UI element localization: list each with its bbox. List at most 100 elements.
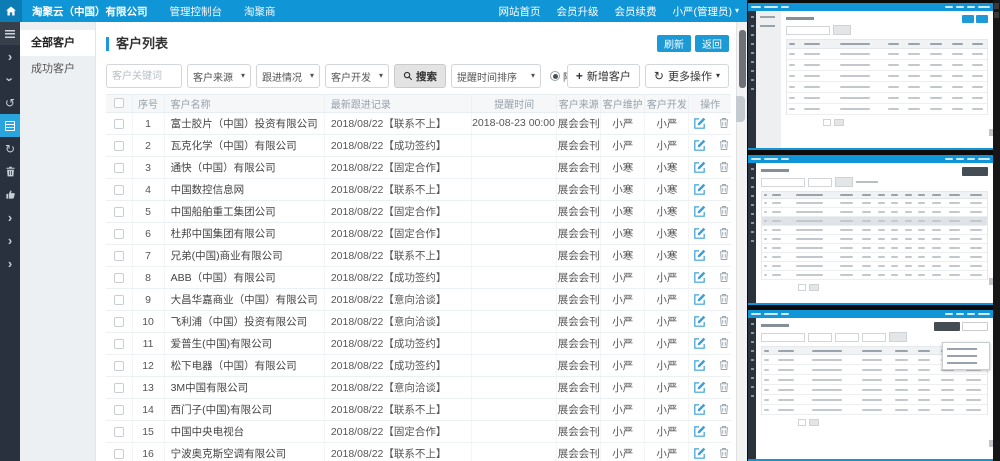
edit-button[interactable]: [693, 183, 706, 196]
topbar-link-website-home[interactable]: 网站首页: [498, 4, 540, 19]
row-checkbox[interactable]: [114, 185, 124, 195]
edit-button[interactable]: [693, 271, 706, 284]
edge-widget-icon[interactable]: [994, 12, 999, 18]
topbar-link-member-renew[interactable]: 会员续费: [614, 4, 656, 19]
table-row[interactable]: 1 富士胶片（中国）投资有限公司 2018/08/22【联系不上】 2018-0…: [106, 113, 731, 135]
rail-item-1[interactable]: ›: [0, 45, 20, 68]
rail-item-2[interactable]: ›: [0, 68, 20, 91]
edit-button[interactable]: [693, 359, 706, 372]
edit-button[interactable]: [693, 447, 706, 460]
delete-button[interactable]: [717, 381, 730, 394]
table-row[interactable]: 13 3M中国有限公司 2018/08/22【意向洽谈】 展会会刊 小严 小严: [106, 377, 731, 399]
edit-button[interactable]: [693, 403, 706, 416]
delete-button[interactable]: [717, 403, 730, 416]
delete-button[interactable]: [717, 227, 730, 240]
row-checkbox[interactable]: [114, 229, 124, 239]
table-row[interactable]: 5 中国船舶重工集团公司 2018/08/22【固定合作】 展会会刊 小寒 小寒: [106, 201, 731, 223]
table-row[interactable]: 10 飞利浦（中国）投资有限公司 2018/08/22【意向洽谈】 展会会刊 小…: [106, 311, 731, 333]
rail-item-10[interactable]: ›: [0, 252, 20, 275]
user-menu[interactable]: 小严(管理员) ▾: [672, 4, 739, 19]
scrollbar-thumb[interactable]: [739, 30, 746, 88]
table-row[interactable]: 11 爱普生(中国)有限公司 2018/08/22【成功签约】 展会会刊 小严 …: [106, 333, 731, 355]
edit-button[interactable]: [693, 205, 706, 218]
follow-status-select[interactable]: 跟进情况 ▾: [256, 64, 320, 88]
delete-button[interactable]: [717, 315, 730, 328]
table-row[interactable]: 9 大昌华嘉商业（中国）有限公司 2018/08/22【意向洽谈】 展会会刊 小…: [106, 289, 731, 311]
sort-select[interactable]: 提醒时间排序 ▾: [451, 64, 541, 88]
edge-widget-icon[interactable]: [994, 3, 999, 9]
edit-button[interactable]: [693, 161, 706, 174]
row-checkbox[interactable]: [114, 405, 124, 415]
menu-toggle-button[interactable]: [0, 22, 20, 45]
rail-item-5[interactable]: ↻: [0, 137, 20, 160]
sidebar-item-all-customers[interactable]: 全部客户: [20, 30, 95, 56]
table-row[interactable]: 4 中国数控信息网 2018/08/22【联系不上】 展会会刊 小寒 小寒: [106, 179, 731, 201]
edit-button[interactable]: [693, 227, 706, 240]
more-actions-button[interactable]: ↻ 更多操作 ▾: [645, 64, 729, 88]
table-row[interactable]: 8 ABB（中国）有限公司 2018/08/22【成功签约】 展会会刊 小严 小…: [106, 267, 731, 289]
row-checkbox[interactable]: [114, 361, 124, 371]
page-preview-thumbnail-3[interactable]: [748, 310, 993, 461]
select-all-checkbox[interactable]: [114, 98, 124, 108]
edit-button[interactable]: [693, 337, 706, 350]
topbar-link-member-upgrade[interactable]: 会员升级: [556, 4, 598, 19]
delete-button[interactable]: [717, 139, 730, 152]
delete-button[interactable]: [717, 425, 730, 438]
delete-button[interactable]: [717, 337, 730, 350]
back-button[interactable]: 返回: [695, 35, 729, 52]
page-preview-thumbnail-1[interactable]: [748, 3, 993, 150]
table-row[interactable]: 2 瓦克化学（中国）有限公司 2018/08/22【成功签约】 展会会刊 小严 …: [106, 135, 731, 157]
rail-item-3[interactable]: ↺: [0, 91, 20, 114]
edit-button[interactable]: [693, 293, 706, 306]
row-checkbox[interactable]: [114, 273, 124, 283]
edit-button[interactable]: [693, 425, 706, 438]
delete-button[interactable]: [717, 205, 730, 218]
row-checkbox[interactable]: [114, 141, 124, 151]
rail-item-8[interactable]: ›: [0, 206, 20, 229]
row-checkbox[interactable]: [114, 251, 124, 261]
delete-button[interactable]: [717, 293, 730, 306]
refresh-button[interactable]: 刷新: [657, 35, 691, 52]
delete-button[interactable]: [717, 447, 730, 460]
table-row[interactable]: 3 通快（中国）有限公司 2018/08/22【固定合作】 展会会刊 小寒 小寒: [106, 157, 731, 179]
home-button[interactable]: [0, 0, 22, 22]
delete-button[interactable]: [717, 161, 730, 174]
row-checkbox[interactable]: [114, 119, 124, 129]
rail-item-9[interactable]: ›: [0, 229, 20, 252]
topbar-menu-shop[interactable]: 淘聚商: [244, 4, 276, 19]
edit-button[interactable]: [693, 381, 706, 394]
sidebar-item-success-customers[interactable]: 成功客户: [20, 56, 95, 82]
table-row[interactable]: 14 西门子(中国)有限公司 2018/08/22【联系不上】 展会会刊 小严 …: [106, 399, 731, 421]
delete-button[interactable]: [717, 249, 730, 262]
table-row[interactable]: 12 松下电器（中国）有限公司 2018/08/22【成功签约】 展会会刊 小严…: [106, 355, 731, 377]
add-customer-button[interactable]: + 新增客户: [567, 64, 640, 88]
row-checkbox[interactable]: [114, 339, 124, 349]
delete-button[interactable]: [717, 359, 730, 372]
table-row[interactable]: 6 杜邦中国集团有限公司 2018/08/22【固定合作】 展会会刊 小寒 小寒: [106, 223, 731, 245]
rail-item-6[interactable]: [0, 160, 20, 183]
table-row[interactable]: 7 兄弟(中国)商业有限公司 2018/08/22【联系不上】 展会会刊 小寒 …: [106, 245, 731, 267]
delete-button[interactable]: [717, 183, 730, 196]
table-row[interactable]: 15 中国中央电视台 2018/08/22【固定合作】 展会会刊 小严 小严: [106, 421, 731, 443]
source-select[interactable]: 客户来源 ▾: [187, 64, 251, 88]
edit-button[interactable]: [693, 249, 706, 262]
table-row[interactable]: 16 宁波奥克斯空调有限公司 2018/08/22【联系不上】 展会会刊 小严 …: [106, 443, 731, 461]
row-checkbox[interactable]: [114, 383, 124, 393]
delete-button[interactable]: [717, 271, 730, 284]
page-preview-thumbnail-2[interactable]: [748, 155, 993, 305]
search-button[interactable]: 搜索: [394, 64, 446, 88]
rail-item-customers-active[interactable]: [0, 114, 20, 137]
row-checkbox[interactable]: [114, 449, 124, 459]
vertical-scrollbar[interactable]: [736, 22, 747, 461]
row-checkbox[interactable]: [114, 295, 124, 305]
edit-button[interactable]: [693, 315, 706, 328]
edit-button[interactable]: [693, 139, 706, 152]
row-checkbox[interactable]: [114, 207, 124, 217]
rail-item-7[interactable]: [0, 183, 20, 206]
row-checkbox[interactable]: [114, 163, 124, 173]
topbar-menu-console[interactable]: 管理控制台: [170, 4, 223, 19]
panel-collapse-handle[interactable]: [736, 96, 745, 122]
edit-button[interactable]: [693, 117, 706, 130]
develop-select[interactable]: 客户开发 ▾: [325, 64, 389, 88]
keyword-input[interactable]: [106, 64, 182, 88]
